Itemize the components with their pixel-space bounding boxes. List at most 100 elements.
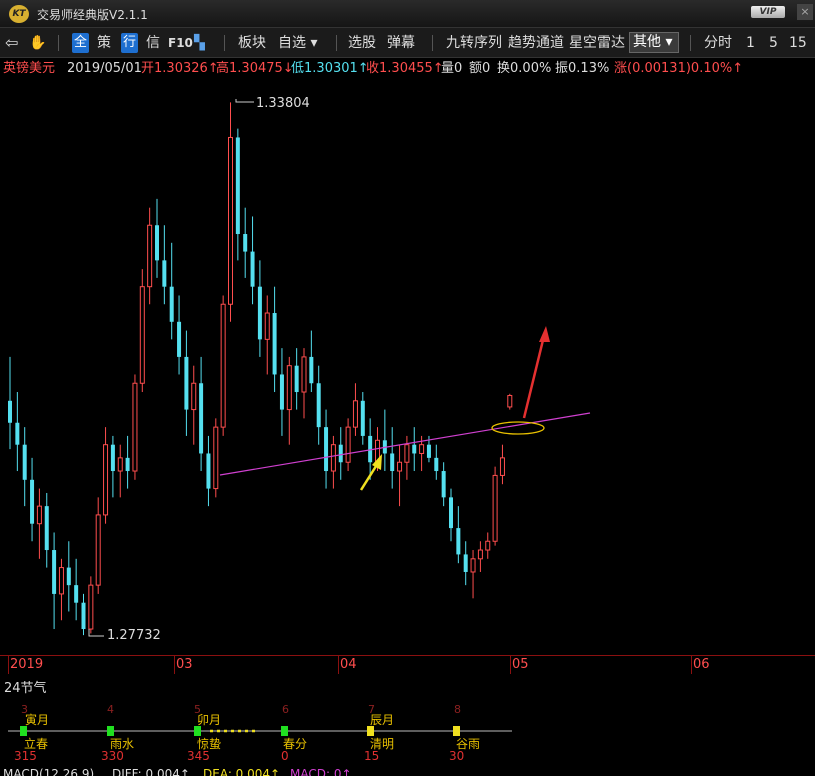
candle[interactable] [360, 392, 365, 445]
candle[interactable] [66, 541, 71, 612]
candle[interactable] [125, 435, 130, 489]
candle[interactable] [81, 593, 86, 636]
layout-icon[interactable]: ▚ [194, 33, 205, 53]
candle-body [147, 224, 153, 288]
candlestick-chart[interactable]: 1.33804 1.27732 [0, 80, 815, 655]
sector-button[interactable]: 板块 [238, 33, 266, 53]
vip-badge[interactable]: VIP [751, 6, 785, 18]
candle[interactable] [117, 444, 123, 498]
candle[interactable] [316, 365, 321, 445]
candle[interactable] [397, 444, 403, 507]
back-arrow-icon[interactable]: ⇦ [5, 33, 18, 53]
candle[interactable] [199, 356, 204, 472]
period-5-button[interactable]: 5 [769, 33, 778, 53]
candle[interactable] [257, 260, 262, 357]
candle[interactable] [110, 435, 115, 498]
candle[interactable] [103, 427, 109, 524]
candle[interactable] [235, 128, 240, 261]
candle[interactable] [228, 102, 233, 322]
watchlist-dropdown[interactable]: 自选 ▾ [278, 33, 317, 53]
candle[interactable] [8, 356, 12, 450]
candle[interactable] [191, 365, 197, 445]
candle[interactable] [15, 392, 20, 472]
intraday-button[interactable]: 分时 [704, 33, 732, 53]
candle[interactable] [22, 427, 27, 507]
candle[interactable] [220, 295, 226, 436]
row-button[interactable]: 行 [121, 33, 139, 53]
period-15-button[interactable]: 15 [789, 33, 807, 53]
info-button[interactable]: 信 [146, 33, 160, 53]
candle[interactable] [177, 295, 182, 375]
candle[interactable] [36, 488, 42, 559]
candle[interactable] [52, 532, 57, 630]
close-button[interactable]: × [797, 4, 813, 20]
axis-label-05: 05 [510, 656, 529, 674]
all-button[interactable]: 全 [72, 33, 90, 53]
candle[interactable] [169, 242, 174, 340]
candle[interactable] [485, 532, 491, 559]
candle[interactable] [412, 427, 417, 472]
candle[interactable] [499, 444, 505, 485]
candle[interactable] [492, 466, 498, 546]
candle[interactable] [184, 330, 189, 436]
f10-button[interactable]: F10 [168, 33, 193, 53]
candle[interactable] [213, 418, 219, 498]
term-value-chunfen: 0 [281, 749, 289, 763]
star-radar-button[interactable]: 星空雷达 [569, 33, 625, 53]
candle[interactable] [470, 550, 476, 599]
candle[interactable] [449, 488, 453, 542]
candle[interactable] [206, 435, 211, 507]
term-marker-chunfen [281, 726, 288, 736]
period-1-button[interactable]: 1 [746, 33, 755, 53]
candle[interactable] [330, 435, 336, 489]
macd-label: MACD(12,26,9) [3, 767, 95, 776]
candle[interactable] [132, 374, 138, 480]
candle[interactable] [279, 348, 284, 436]
other-dropdown[interactable]: 其他 ▾ [629, 32, 679, 53]
candle-body [477, 549, 483, 560]
candle-body [117, 457, 123, 472]
candle[interactable] [286, 356, 292, 445]
candle[interactable] [147, 207, 153, 305]
month-name-yin: 寅月 [25, 712, 49, 727]
candle[interactable] [390, 427, 395, 489]
nine-turn-button[interactable]: 九转序列 [446, 33, 502, 53]
candle[interactable] [463, 541, 468, 586]
candle[interactable] [404, 435, 410, 480]
solar-terms-panel[interactable]: 3 寅月 立春 315 4 雨水 330 5 卯月 惊蛰 345 6 春分 0 … [0, 698, 815, 768]
candle[interactable] [309, 330, 314, 393]
candle[interactable] [345, 418, 351, 472]
candle[interactable] [264, 295, 270, 375]
up-arrow [522, 326, 550, 419]
hand-icon[interactable]: ✋ [29, 33, 46, 53]
candle[interactable] [507, 393, 513, 410]
candle[interactable] [441, 462, 446, 507]
candle[interactable] [352, 383, 358, 436]
candle[interactable] [74, 558, 79, 621]
stock-pick-button[interactable]: 选股 [348, 33, 376, 53]
candle[interactable] [477, 541, 483, 572]
candle[interactable] [95, 497, 101, 594]
trendline [219, 412, 591, 476]
candle[interactable] [30, 457, 35, 542]
candle[interactable] [456, 506, 461, 564]
trend-channel-button[interactable]: 趋势通道 [508, 33, 564, 53]
candle[interactable] [324, 409, 329, 489]
candle[interactable] [155, 198, 159, 278]
candle[interactable] [139, 269, 145, 393]
candle[interactable] [294, 348, 299, 410]
candle[interactable] [338, 427, 343, 480]
strategy-button[interactable]: 策 [97, 33, 111, 53]
candle[interactable] [58, 558, 64, 621]
candle[interactable] [88, 576, 94, 634]
candle[interactable] [434, 444, 439, 480]
candle[interactable] [382, 409, 387, 472]
candle[interactable] [243, 207, 248, 278]
popup-button[interactable]: 弹幕 [387, 33, 415, 53]
candle[interactable] [301, 348, 307, 419]
candle[interactable] [250, 216, 255, 305]
candle[interactable] [272, 286, 277, 393]
candle[interactable] [162, 225, 167, 305]
term-marker-jingzhe [194, 726, 201, 736]
candle[interactable] [44, 492, 49, 568]
